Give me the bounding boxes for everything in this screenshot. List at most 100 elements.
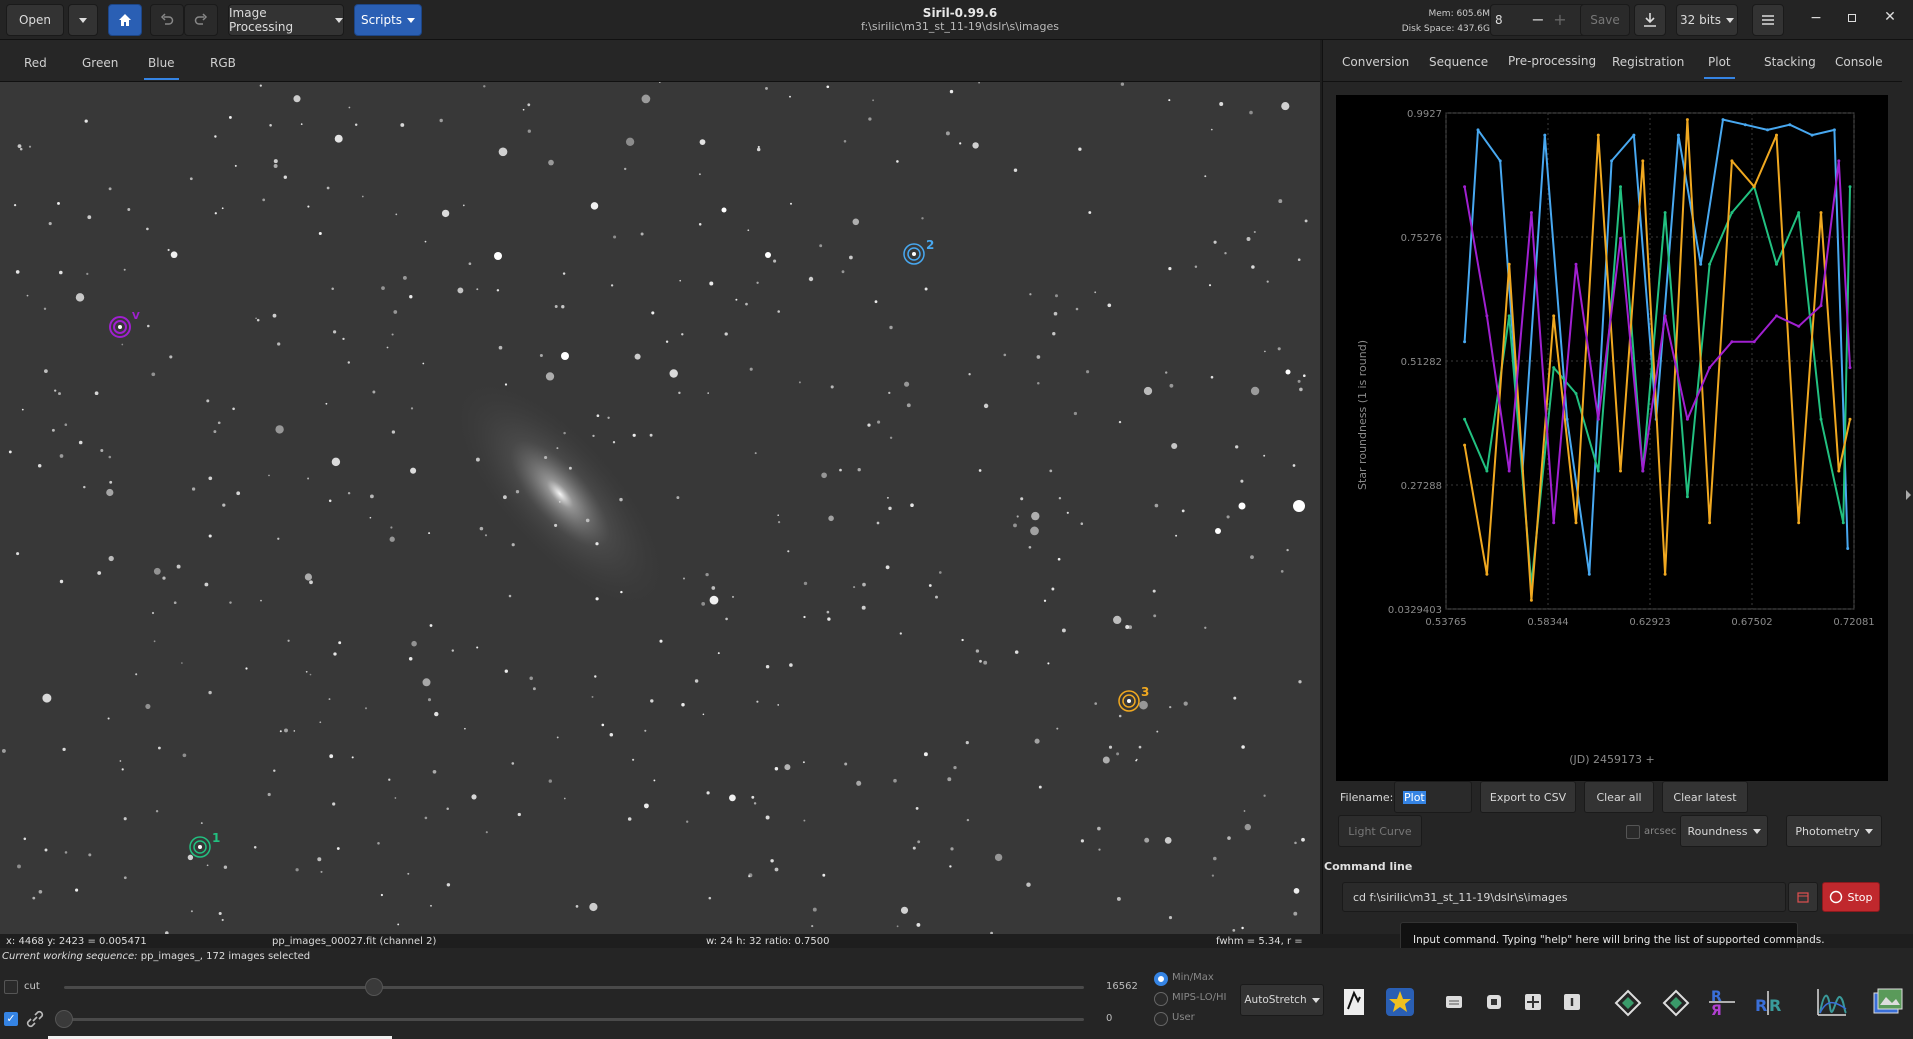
mirror-y-button[interactable]: RR xyxy=(1750,984,1786,1020)
star xyxy=(1281,102,1290,111)
filename-value: Plot xyxy=(1403,790,1426,804)
export-csv-button[interactable]: Export to CSV xyxy=(1480,781,1576,813)
star xyxy=(78,440,83,445)
save-as-button[interactable] xyxy=(1634,4,1666,36)
target-icon xyxy=(1118,690,1140,712)
rotate-left-button[interactable] xyxy=(1610,984,1646,1020)
star xyxy=(1250,386,1260,396)
star xyxy=(679,279,682,282)
star xyxy=(949,865,952,868)
star xyxy=(1152,589,1156,593)
clear-latest-button[interactable]: Clear latest xyxy=(1662,781,1748,813)
redo-button[interactable] xyxy=(184,4,218,36)
panel-expand-icon[interactable] xyxy=(1906,490,1911,500)
cross-button[interactable] xyxy=(1515,984,1551,1020)
tab-rgb[interactable]: RGB xyxy=(210,56,236,70)
chip-button[interactable] xyxy=(1476,984,1512,1020)
open-recent-dropdown[interactable] xyxy=(68,4,98,36)
undo-button[interactable] xyxy=(150,4,184,36)
star xyxy=(1153,614,1157,618)
star xyxy=(749,367,753,371)
plus-icon[interactable]: + xyxy=(1550,10,1570,30)
tab-blue[interactable]: Blue xyxy=(144,56,179,80)
main-menu-button[interactable] xyxy=(1752,4,1784,36)
tab-preprocessing[interactable]: Pre-processing xyxy=(1508,54,1596,68)
star xyxy=(1113,615,1122,625)
tab-conversion[interactable]: Conversion xyxy=(1342,55,1409,69)
star xyxy=(563,431,566,435)
star xyxy=(983,403,989,409)
star xyxy=(705,572,709,577)
high-slider-knob[interactable] xyxy=(365,978,383,996)
negative-view-button[interactable] xyxy=(1336,984,1372,1020)
photometry-star-variable[interactable]: V xyxy=(108,311,148,348)
photometry-star-1[interactable]: 1 xyxy=(188,831,228,868)
tab-red[interactable]: Red xyxy=(24,56,47,70)
stop-button[interactable]: Stop xyxy=(1822,882,1880,912)
tab-sequence[interactable]: Sequence xyxy=(1429,55,1488,69)
plot-area[interactable]: 0.9927 0.75276 0.51282 0.27288 0.0329403 0.53… xyxy=(1336,95,1888,781)
low-slider-knob[interactable] xyxy=(55,1010,73,1028)
tab-registration[interactable]: Registration xyxy=(1612,55,1684,69)
command-input[interactable]: cd f:\sirilic\m31_st_11-19\dslr\s\images xyxy=(1342,882,1786,912)
radio-mips[interactable] xyxy=(1154,992,1168,1006)
tab-green[interactable]: Green xyxy=(82,56,118,70)
plot-type-dropdown[interactable]: Roundness xyxy=(1680,815,1768,847)
rotate-right-button[interactable] xyxy=(1658,984,1694,1020)
star xyxy=(511,762,515,765)
star xyxy=(429,624,433,627)
series-point-4 xyxy=(1752,340,1756,344)
star xyxy=(338,641,342,645)
star xyxy=(888,506,892,511)
star xyxy=(548,159,554,166)
star xyxy=(729,794,736,802)
series-point-3 xyxy=(1485,572,1489,576)
star xyxy=(1026,882,1031,887)
star xyxy=(709,595,719,605)
high-slider-track[interactable] xyxy=(64,986,1084,989)
tab-plot[interactable]: Plot xyxy=(1704,55,1735,79)
star xyxy=(400,123,405,127)
image-processing-menu[interactable]: Image Processing xyxy=(228,4,344,36)
colormap-button[interactable] xyxy=(1436,984,1472,1020)
bit-depth-menu[interactable]: 32 bits xyxy=(1676,4,1738,36)
open-button[interactable]: Open xyxy=(6,4,64,36)
command-help-button[interactable] xyxy=(1788,882,1818,912)
info-button[interactable] xyxy=(1554,984,1590,1020)
close-icon[interactable]: ✕ xyxy=(1880,9,1900,29)
minus-icon[interactable]: − xyxy=(1528,10,1548,30)
star xyxy=(1168,99,1171,102)
image-info-button[interactable] xyxy=(1870,984,1906,1020)
star xyxy=(915,806,919,810)
low-slider-track[interactable] xyxy=(64,1018,1084,1021)
radio-user[interactable] xyxy=(1154,1012,1168,1026)
cut-checkbox[interactable] xyxy=(4,980,18,994)
star xyxy=(947,777,952,782)
star xyxy=(214,135,217,138)
minimize-icon[interactable]: − xyxy=(1806,10,1826,30)
display-mode-dropdown[interactable]: AutoStretch xyxy=(1240,984,1324,1016)
histogram-button[interactable] xyxy=(1814,984,1850,1020)
image-viewer[interactable]: 1 2 3 V xyxy=(0,82,1320,934)
series-point-3 xyxy=(1730,159,1734,163)
star xyxy=(610,284,614,287)
save-button[interactable]: Save xyxy=(1580,4,1630,36)
star xyxy=(527,129,531,133)
link-checkbox[interactable]: ✓ xyxy=(4,1012,18,1026)
scripts-menu[interactable]: Scripts xyxy=(354,4,422,36)
photometry-star-2[interactable]: 2 xyxy=(902,238,942,275)
clear-all-button[interactable]: Clear all xyxy=(1584,781,1654,813)
tab-console[interactable]: Console xyxy=(1835,55,1883,69)
tab-stacking[interactable]: Stacking xyxy=(1764,55,1816,69)
home-button[interactable] xyxy=(108,4,142,36)
radio-minmax[interactable] xyxy=(1154,972,1168,986)
photometry-star-3[interactable]: 3 xyxy=(1117,685,1157,722)
filename-input[interactable]: Plot xyxy=(1394,781,1472,813)
mirror-x-button[interactable]: RЯ xyxy=(1704,984,1740,1020)
maximize-icon[interactable] xyxy=(1846,12,1858,24)
light-curve-button[interactable]: Light Curve xyxy=(1338,815,1422,847)
arcsec-checkbox[interactable] xyxy=(1626,825,1640,839)
star xyxy=(83,485,86,489)
photometry-dropdown[interactable]: Photometry xyxy=(1786,815,1882,847)
star-detection-button[interactable] xyxy=(1382,984,1418,1020)
